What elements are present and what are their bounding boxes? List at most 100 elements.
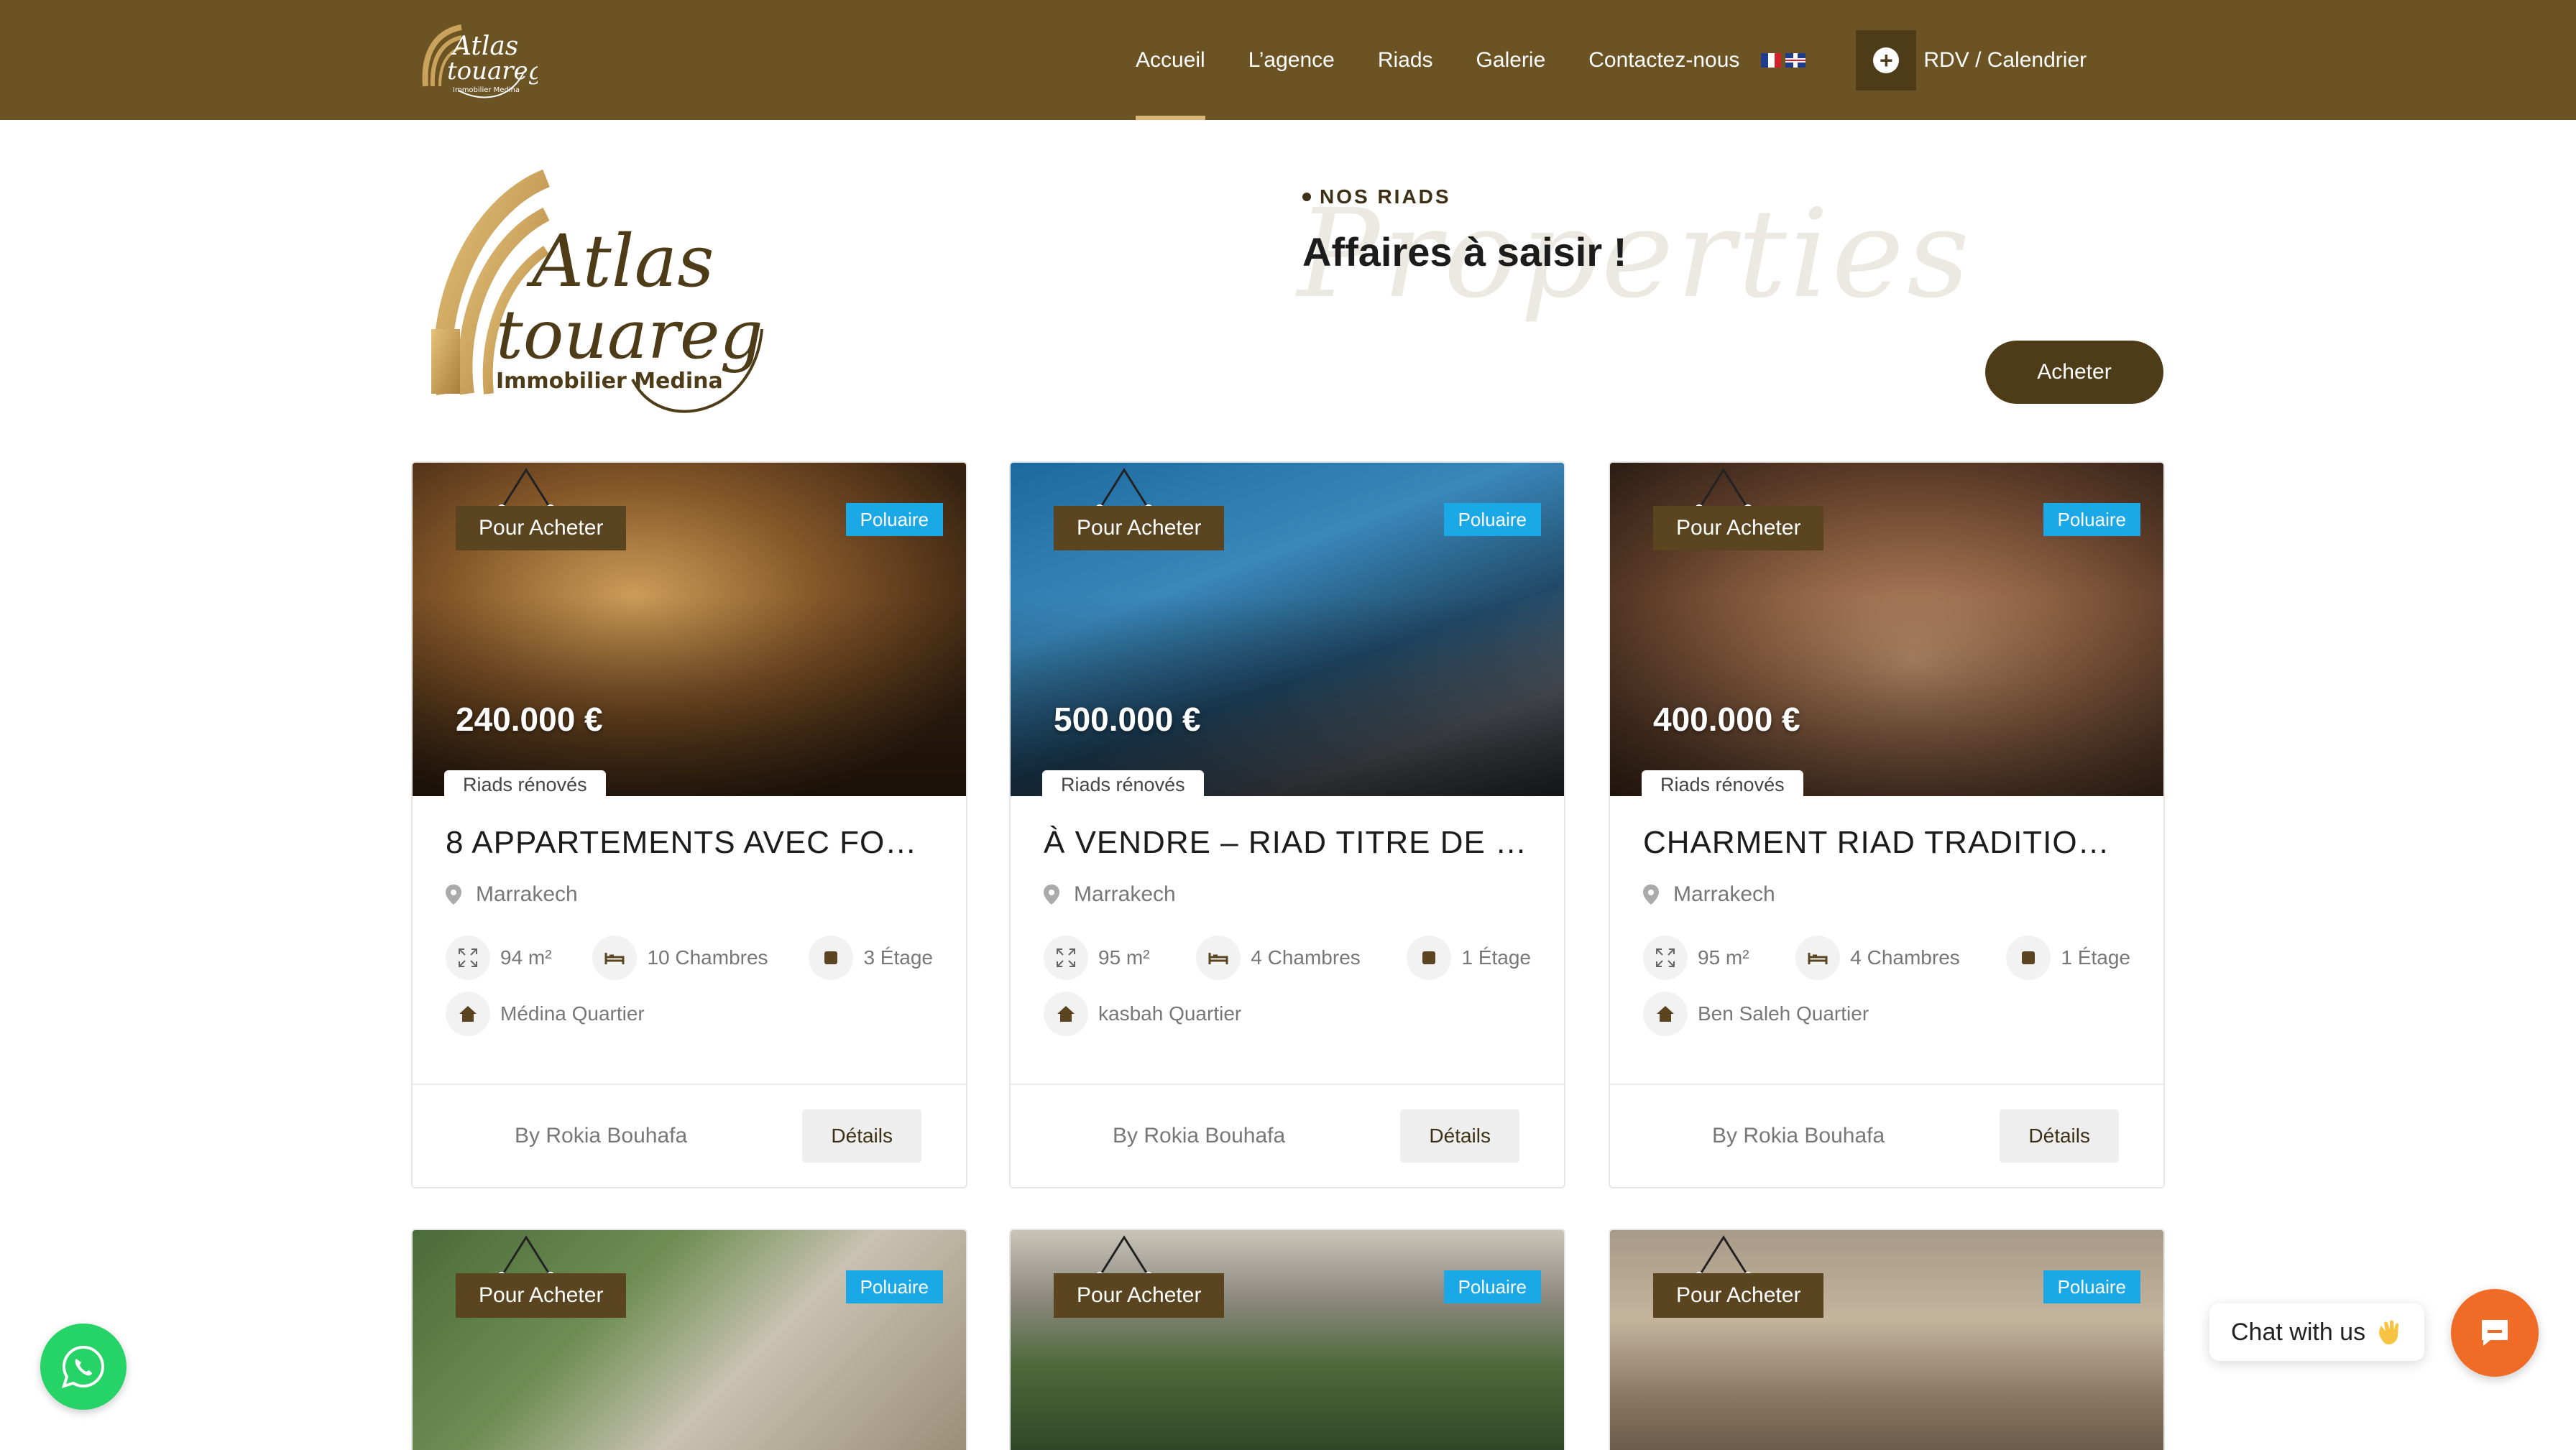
property-image[interactable]: Pour Acheter Poluaire 240.000 € Riads ré… (413, 463, 966, 796)
language-switcher (1761, 52, 1806, 68)
nav-item-agence[interactable]: L’agence (1248, 0, 1335, 120)
listing-title[interactable]: 8 APPARTEMENTS AVEC FORT… (446, 825, 933, 861)
top-navbar: Atlas touareg Immobilier Medina Accueil … (0, 0, 2576, 120)
feature-row: 95 m² 4 Chambres 1 Étage (1044, 936, 1531, 980)
category-tag[interactable]: Riads rénovés (444, 770, 606, 796)
rdv-calendar-button[interactable]: + RDV / Calendrier (1856, 29, 2087, 91)
listing-type-badge: Pour Acheter (1054, 1273, 1225, 1318)
property-card[interactable]: Pour Acheter Poluaire 240.000 € Riads ré… (411, 461, 967, 1188)
location-text: Marrakech (1673, 882, 1775, 906)
feature-area: 95 m² (1044, 936, 1150, 980)
listing-price: 500.000 € (1054, 701, 1201, 738)
popular-badge: Poluaire (845, 1270, 943, 1303)
whatsapp-icon (61, 1345, 105, 1389)
popular-badge: Poluaire (2043, 1270, 2140, 1303)
acheter-button[interactable]: Acheter (1985, 341, 2163, 404)
author-text[interactable]: By Rokia Bouhafa (1712, 1124, 1885, 1148)
expand-icon (1044, 936, 1088, 980)
chat-bubble-icon (2482, 1320, 2508, 1346)
category-tag[interactable]: Riads rénovés (1642, 770, 1803, 796)
floors-text: 3 Étage (863, 946, 933, 969)
location-text: Marrakech (476, 882, 578, 906)
home-icon (1643, 992, 1688, 1036)
map-pin-icon (1643, 885, 1659, 905)
feature-quarter: Médina Quartier (446, 992, 645, 1036)
area-text: 95 m² (1098, 946, 1150, 969)
area-text: 94 m² (500, 946, 552, 969)
hero-logo: Atlas touareg Immobilier Medina (431, 169, 763, 413)
feature-quarter: kasbah Quartier (1044, 992, 1241, 1036)
expand-icon (446, 936, 490, 980)
listing-type-badge: Pour Acheter (456, 1273, 627, 1318)
bed-icon (1196, 936, 1241, 980)
card-footer: By Rokia Bouhafa Détails (1011, 1084, 1564, 1187)
property-image[interactable]: Pour Acheter Poluaire 400.000 € Riads ré… (1610, 463, 2163, 796)
feature-row: 95 m² 4 Chambres 1 Étage (1643, 936, 2130, 980)
details-button[interactable]: Détails (1400, 1109, 1519, 1163)
property-image[interactable]: Pour Acheter Poluaire (1011, 1230, 1564, 1450)
home-icon (446, 992, 490, 1036)
floor-icon (1407, 936, 1452, 980)
author-text[interactable]: By Rokia Bouhafa (515, 1124, 687, 1148)
map-pin-icon (446, 885, 461, 905)
chat-launcher-button[interactable] (2451, 1289, 2539, 1377)
bed-icon (592, 936, 638, 980)
feature-row-2: kasbah Quartier (1044, 992, 1531, 1036)
popular-badge: Poluaire (1443, 503, 1541, 536)
nav-item-accueil[interactable]: Accueil (1136, 0, 1205, 120)
category-tag[interactable]: Riads rénovés (1042, 770, 1204, 796)
flag-fr-icon[interactable] (1761, 52, 1782, 68)
section-tagline-text: NOS RIADS (1320, 185, 1451, 208)
nav-item-contact[interactable]: Contactez-nous (1588, 0, 1739, 120)
nav-logo[interactable]: Atlas touareg Immobilier Medina (415, 16, 538, 105)
listing-type-badge: Pour Acheter (1054, 506, 1225, 550)
property-card[interactable]: Pour Acheter Poluaire (1609, 1229, 2165, 1450)
card-body: CHARMENT RIAD TRADITIONN… Marrakech 95 m… (1610, 796, 2163, 1084)
details-button[interactable]: Détails (2000, 1109, 2119, 1163)
waving-hand-icon (2379, 1320, 2399, 1344)
hero-logo-text-3: Immobilier Medina (496, 369, 723, 394)
feature-floors: 1 Étage (1407, 936, 1531, 980)
flag-uk-icon[interactable] (1785, 52, 1806, 68)
property-card[interactable]: Pour Acheter Poluaire 500.000 € Riads ré… (1009, 461, 1565, 1188)
nav-item-riads[interactable]: Riads (1378, 0, 1433, 120)
expand-icon (1643, 936, 1688, 980)
feature-rooms: 10 Chambres (592, 936, 768, 980)
feature-rooms: 4 Chambres (1196, 936, 1361, 980)
feature-row-2: Ben Saleh Quartier (1643, 992, 2130, 1036)
main-menu: Accueil L’agence Riads Galerie Contactez… (1136, 0, 2087, 120)
popular-badge: Poluaire (2043, 503, 2140, 536)
rooms-text: 10 Chambres (647, 946, 768, 969)
section-tagline: NOS RIADS (1302, 185, 1451, 208)
listing-title[interactable]: CHARMENT RIAD TRADITIONN… (1643, 825, 2130, 861)
listing-type-badge: Pour Acheter (1653, 506, 1824, 550)
location-text: Marrakech (1074, 882, 1176, 906)
popular-badge: Poluaire (1443, 1270, 1541, 1303)
property-image[interactable]: Pour Acheter Poluaire (413, 1230, 966, 1450)
listing-location: Marrakech (446, 882, 933, 907)
rdv-label: RDV / Calendrier (1923, 47, 2087, 72)
card-body: À VENDRE – RIAD TITRE DE 95… Marrakech 9… (1011, 796, 1564, 1084)
listing-location: Marrakech (1044, 882, 1531, 907)
property-image[interactable]: Pour Acheter Poluaire (1610, 1230, 2163, 1450)
chat-prompt[interactable]: Chat with us (2209, 1303, 2425, 1361)
details-button[interactable]: Détails (802, 1109, 921, 1163)
quarter-text: kasbah Quartier (1098, 1002, 1242, 1025)
feature-area: 95 m² (1643, 936, 1749, 980)
author-text[interactable]: By Rokia Bouhafa (1113, 1124, 1285, 1148)
feature-row-2: Médina Quartier (446, 992, 933, 1036)
chat-prompt-text: Chat with us (2231, 1318, 2366, 1346)
nav-logo-text-2: touareg (447, 57, 538, 86)
listing-title[interactable]: À VENDRE – RIAD TITRE DE 95… (1044, 825, 1531, 861)
property-card[interactable]: Pour Acheter Poluaire 400.000 € Riads ré… (1609, 461, 2165, 1188)
feature-rooms: 4 Chambres (1795, 936, 1960, 980)
property-card[interactable]: Pour Acheter Poluaire (411, 1229, 967, 1450)
listing-type-badge: Pour Acheter (1653, 1273, 1824, 1318)
listing-location: Marrakech (1643, 882, 2130, 907)
nav-item-galerie[interactable]: Galerie (1476, 0, 1546, 120)
home-icon (1044, 992, 1088, 1036)
whatsapp-button[interactable] (40, 1324, 126, 1410)
feature-quarter: Ben Saleh Quartier (1643, 992, 1869, 1036)
property-image[interactable]: Pour Acheter Poluaire 500.000 € Riads ré… (1011, 463, 1564, 796)
property-card[interactable]: Pour Acheter Poluaire (1009, 1229, 1565, 1450)
